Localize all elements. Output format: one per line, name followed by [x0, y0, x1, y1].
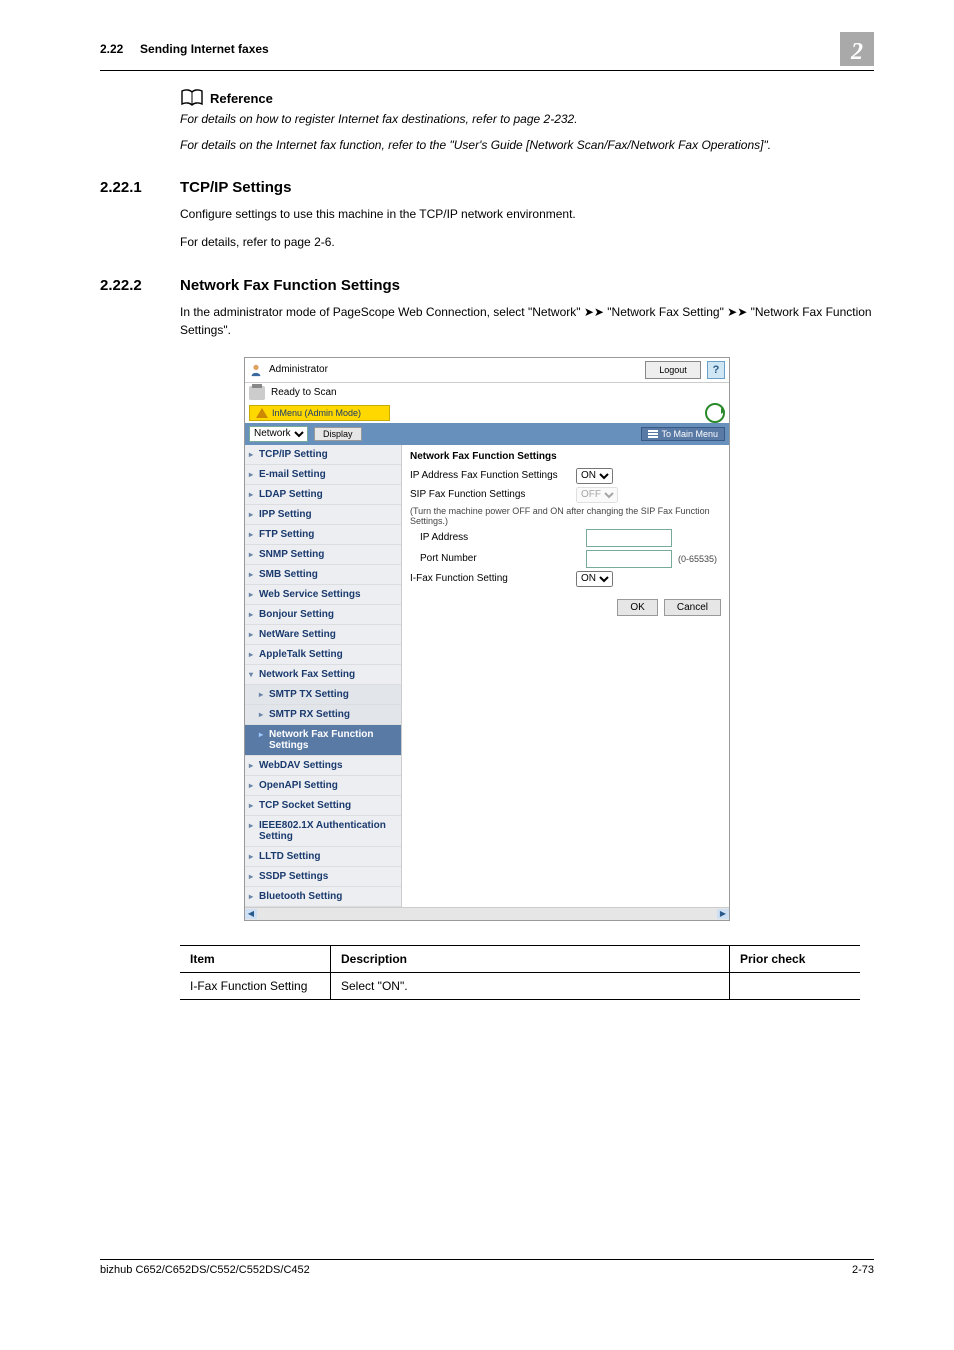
menu-icon	[648, 430, 658, 438]
s2-p1: In the administrator mode of PageScope W…	[180, 304, 874, 339]
port-number-input[interactable]	[586, 550, 672, 568]
sidebar-item[interactable]: SSDP Settings	[245, 867, 401, 887]
s1-p1: Configure settings to use this machine i…	[180, 206, 874, 223]
sip-fax-label: SIP Fax Function Settings	[410, 489, 570, 500]
s2-title: Network Fax Function Settings	[180, 277, 400, 294]
header-section-no: 2.22	[100, 42, 123, 56]
printer-icon	[249, 386, 265, 400]
to-main-menu-button[interactable]: To Main Menu	[641, 427, 725, 441]
mode-label: InMenu (Admin Mode)	[272, 408, 361, 418]
content-pane: Network Fax Function Settings IP Address…	[402, 445, 729, 907]
sidebar-item[interactable]: WebDAV Settings	[245, 756, 401, 776]
sidebar-subitem-selected[interactable]: Network Fax Function Settings	[245, 725, 401, 756]
sidebar-item[interactable]: E-mail Setting	[245, 465, 401, 485]
sip-hint: (Turn the machine power OFF and ON after…	[410, 506, 721, 526]
help-button[interactable]: ?	[707, 361, 725, 379]
header-rule	[100, 70, 874, 71]
td-description: Select "ON".	[331, 972, 730, 999]
sidebar-item-network-fax[interactable]: Network Fax Setting	[245, 665, 401, 685]
td-prior-check	[730, 972, 861, 999]
footer-model: bizhub C652/C652DS/C552/C552DS/C452	[100, 1264, 310, 1276]
sidebar-item[interactable]: SNMP Setting	[245, 545, 401, 565]
sidebar-item[interactable]: NetWare Setting	[245, 625, 401, 645]
s1-num: 2.22.1	[100, 179, 180, 196]
refresh-icon[interactable]	[705, 403, 725, 423]
pane-title: Network Fax Function Settings	[410, 451, 721, 462]
logout-button[interactable]: Logout	[645, 361, 701, 379]
sidebar-item[interactable]: FTP Setting	[245, 525, 401, 545]
ip-address-input[interactable]	[586, 529, 672, 547]
reference-line1: For details on how to register Internet …	[180, 111, 874, 127]
td-item: I-Fax Function Setting	[180, 972, 331, 999]
ok-button[interactable]: OK	[617, 599, 657, 616]
description-table: Item Description Prior check I-Fax Funct…	[180, 945, 860, 1000]
sidebar-item[interactable]: TCP Socket Setting	[245, 796, 401, 816]
sidebar-item[interactable]: LDAP Setting	[245, 485, 401, 505]
horizontal-scrollbar[interactable]: ◀ ▶	[245, 907, 729, 920]
chapter-badge: 2	[840, 32, 874, 66]
sidebar: TCP/IP Setting E-mail Setting LDAP Setti…	[245, 445, 402, 907]
scroll-right-icon[interactable]: ▶	[717, 909, 729, 919]
book-icon	[180, 89, 204, 107]
footer-page: 2-73	[852, 1264, 874, 1276]
cancel-button[interactable]: Cancel	[664, 599, 721, 616]
to-main-menu-label: To Main Menu	[661, 429, 718, 439]
sidebar-item[interactable]: Bluetooth Setting	[245, 887, 401, 907]
ifax-select[interactable]: ON	[576, 571, 613, 587]
sidebar-subitem[interactable]: SMTP RX Setting	[245, 705, 401, 725]
sidebar-item[interactable]: OpenAPI Setting	[245, 776, 401, 796]
th-prior-check: Prior check	[730, 945, 861, 972]
sip-fax-select: OFF	[576, 487, 618, 503]
sidebar-item[interactable]: TCP/IP Setting	[245, 445, 401, 465]
reference-line2: For details on the Internet fax function…	[180, 137, 874, 153]
s1-p2: For details, refer to page 2-6.	[180, 234, 874, 251]
s1-title: TCP/IP Settings	[180, 179, 291, 196]
header-section-title: Sending Internet faxes	[140, 42, 269, 56]
category-select[interactable]: Network	[249, 426, 308, 442]
screenshot-panel: Administrator Logout ? Ready to Scan InM…	[244, 357, 730, 921]
sidebar-item[interactable]: LLTD Setting	[245, 847, 401, 867]
port-range-label: (0-65535)	[678, 554, 717, 564]
admin-avatar-icon	[249, 363, 263, 377]
sidebar-subitem[interactable]: SMTP TX Setting	[245, 685, 401, 705]
admin-label: Administrator	[269, 364, 639, 375]
th-description: Description	[331, 945, 730, 972]
sidebar-item[interactable]: Bonjour Setting	[245, 605, 401, 625]
ifax-label: I-Fax Function Setting	[410, 573, 570, 584]
sidebar-item[interactable]: IEEE802.1X Authentication Setting	[245, 816, 401, 847]
ip-address-fax-label: IP Address Fax Function Settings	[410, 470, 570, 481]
port-number-label: Port Number	[410, 553, 580, 564]
sidebar-item[interactable]: SMB Setting	[245, 565, 401, 585]
warning-icon	[256, 408, 268, 418]
ip-address-label: IP Address	[410, 532, 580, 543]
sidebar-item[interactable]: Web Service Settings	[245, 585, 401, 605]
s2-num: 2.22.2	[100, 277, 180, 294]
scroll-left-icon[interactable]: ◀	[245, 909, 257, 919]
ip-address-fax-select[interactable]: ON	[576, 468, 613, 484]
mode-tab[interactable]: InMenu (Admin Mode)	[249, 405, 390, 421]
display-button[interactable]: Display	[314, 427, 362, 441]
sidebar-item[interactable]: IPP Setting	[245, 505, 401, 525]
reference-label: Reference	[210, 91, 273, 106]
ready-label: Ready to Scan	[271, 387, 337, 398]
th-item: Item	[180, 945, 331, 972]
sidebar-item[interactable]: AppleTalk Setting	[245, 645, 401, 665]
